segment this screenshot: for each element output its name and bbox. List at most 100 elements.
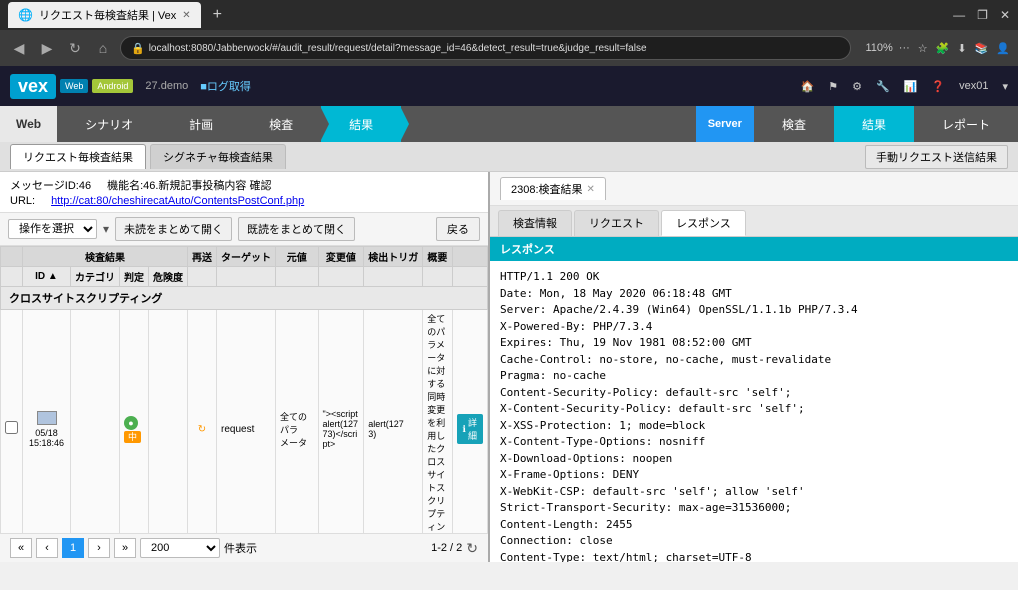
tab-title: リクエスト毎検査結果 | Vex xyxy=(39,7,176,23)
detail-tab-inspect[interactable]: 検査情報 xyxy=(498,210,572,236)
row-danger-1 xyxy=(149,310,188,534)
read-close-button[interactable]: 既読をまとめて閉く xyxy=(238,217,355,241)
col-trigger-header: 検出トリガ xyxy=(364,247,423,267)
nav-tab-report[interactable]: レポート xyxy=(914,106,1018,142)
detail-tab-response[interactable]: レスポンス xyxy=(661,210,746,236)
action-select[interactable]: 操作を選択 xyxy=(8,219,97,239)
col-source-header: 元値 xyxy=(276,247,319,267)
url-link[interactable]: http://cat:80/cheshirecatAuto/ContentsPo… xyxy=(51,195,304,207)
main-content: メッセージID:46 機能名:46.新規記事投稿内容 確認 URL: http:… xyxy=(0,172,1018,562)
chart-icon[interactable]: 📊 xyxy=(904,80,918,93)
nav-tab-plan[interactable]: 計画 xyxy=(161,106,241,142)
reload-nav-icon[interactable]: ↻ xyxy=(64,40,86,57)
tab-close-icon[interactable]: ✕ xyxy=(182,10,190,21)
url-text: localhost:8080/Jabberwock/#/audit_result… xyxy=(149,43,841,54)
nav-tab-server-result[interactable]: 結果 xyxy=(834,106,914,142)
extensions-icon[interactable]: 🧩 xyxy=(936,42,950,55)
category-label-1: クロスサイトスクリプティング xyxy=(1,287,488,310)
result-tab-close-icon[interactable]: ✕ xyxy=(587,184,595,195)
row-checkbox[interactable] xyxy=(1,310,23,534)
per-page-select[interactable]: 200 xyxy=(140,538,220,558)
sub-tab-request[interactable]: リクエスト毎検査結果 xyxy=(10,144,146,169)
close-icon[interactable]: ✕ xyxy=(1000,8,1010,22)
col-change-sub xyxy=(318,267,364,287)
server-divider: Server xyxy=(696,106,754,142)
nav-tab-inspect[interactable]: 検査 xyxy=(241,106,321,142)
col-danger: 危険度 xyxy=(149,267,188,287)
profile-icon[interactable]: 👤 xyxy=(996,42,1010,55)
result-tab-2308[interactable]: 2308:検査結果 ✕ xyxy=(500,177,606,200)
new-tab-button[interactable]: + xyxy=(213,6,222,24)
refresh-list-icon[interactable]: ↻ xyxy=(466,540,478,557)
logo: vex xyxy=(10,74,56,99)
response-header-label: レスポンス xyxy=(490,237,1018,261)
download-icon[interactable]: ⬇ xyxy=(957,42,966,55)
page-1-button[interactable]: 1 xyxy=(62,538,84,558)
col-change-header: 変更値 xyxy=(318,247,364,267)
row-detail-1[interactable]: ℹ 詳細 xyxy=(452,310,487,534)
detail-tab-request[interactable]: リクエスト xyxy=(574,210,659,236)
detail-tabs: 検査情報 リクエスト レスポンス xyxy=(490,206,1018,237)
function-name: 機能名:46.新規記事投稿内容 確認 xyxy=(107,177,271,193)
android-icon: Android xyxy=(92,79,133,93)
results-table: 検査結果 再送 ターゲット 元値 変更値 検出トリガ 概要 ID ▲ カテゴリ xyxy=(0,246,488,533)
home-icon[interactable]: 🏠 xyxy=(801,80,815,93)
forward-nav-icon[interactable]: ▶ xyxy=(36,40,58,57)
row-judge-1: ● 中 xyxy=(120,310,149,534)
last-page-button[interactable]: » xyxy=(114,538,136,558)
detail-button-1[interactable]: ℹ 詳細 xyxy=(457,414,483,444)
sub-nav: リクエスト毎検査結果 シグネチャ毎検査結果 手動リクエスト送信結果 xyxy=(0,142,1018,172)
url-label: URL: xyxy=(10,195,35,207)
log-button[interactable]: ■ログ取得 xyxy=(200,78,251,94)
per-page-label: 件表示 xyxy=(224,540,257,556)
manual-result-button[interactable]: 手動リクエスト送信結果 xyxy=(865,145,1008,169)
back-nav-icon[interactable]: ◀ xyxy=(8,40,30,57)
bookmark-icon[interactable]: ☆ xyxy=(918,42,928,55)
menu-dots-icon[interactable]: ··· xyxy=(899,42,910,54)
zoom-level: 110% xyxy=(865,42,892,54)
first-page-button[interactable]: « xyxy=(10,538,32,558)
response-content[interactable]: HTTP/1.1 200 OK Date: Mon, 18 May 2020 0… xyxy=(490,261,1018,562)
table-row[interactable]: 05/1815:18:46 ● 中 ↻ request 全てのパラメータ xyxy=(1,310,488,534)
left-panel: メッセージID:46 機能名:46.新規記事投稿内容 確認 URL: http:… xyxy=(0,172,490,562)
web-icon: Web xyxy=(60,79,88,93)
nav-tab-scenario[interactable]: シナリオ xyxy=(57,106,161,142)
sub-tab-signature[interactable]: シグネチャ毎検査結果 xyxy=(150,144,286,169)
back-button[interactable]: 戻る xyxy=(436,217,480,241)
page-info: 1-2 / 2 xyxy=(431,542,462,554)
user-label: vex01 xyxy=(959,80,988,92)
col-id[interactable]: ID ▲ xyxy=(23,267,71,287)
row-change-1: "><scriptalert(12773)</script> xyxy=(318,310,364,534)
maximize-icon[interactable]: ❐ xyxy=(977,8,988,22)
nav-tabs-left: シナリオ 計画 検査 結果 xyxy=(57,106,696,142)
browser-toolbar: ◀ ▶ ↻ ⌂ 🔒 localhost:8080/Jabberwock/#/au… xyxy=(0,30,1018,66)
col-check-sub xyxy=(1,267,23,287)
flag-icon[interactable]: ⚑ xyxy=(828,80,838,93)
nav-tab-server-inspect[interactable]: 検査 xyxy=(754,106,834,142)
refresh-icon[interactable]: ↻ xyxy=(198,424,206,435)
result-ok-icon: ● xyxy=(124,416,138,430)
web-section-label: Web xyxy=(0,106,57,142)
col-resend-header: 再送 xyxy=(188,247,217,267)
unread-open-button[interactable]: 未読をまとめて開く xyxy=(115,217,232,241)
nav-tab-result[interactable]: 結果 xyxy=(321,106,401,142)
browser-tab[interactable]: 🌐 リクエスト毎検査結果 | Vex ✕ xyxy=(8,2,201,28)
browser-toolbar-right: ··· ☆ 🧩 ⬇ 📚 👤 xyxy=(899,42,1010,55)
row-trigger-1: alert(1273) xyxy=(364,310,423,534)
row-id-date: 05/1815:18:46 xyxy=(23,310,71,534)
col-category: カテゴリ xyxy=(71,267,120,287)
address-bar[interactable]: 🔒 localhost:8080/Jabberwock/#/audit_resu… xyxy=(120,36,851,60)
help-icon[interactable]: ❓ xyxy=(931,80,945,93)
wrench-icon[interactable]: 🔧 xyxy=(876,80,890,93)
col-trigger-sub xyxy=(364,267,423,287)
minimize-icon[interactable]: — xyxy=(953,8,965,22)
col-action-sub xyxy=(452,267,487,287)
prev-page-button[interactable]: ‹ xyxy=(36,538,58,558)
row-resend-1[interactable]: ↻ xyxy=(188,310,217,534)
history-icon[interactable]: 📚 xyxy=(975,42,989,55)
settings-icon[interactable]: ⚙ xyxy=(852,80,862,93)
home-nav-icon[interactable]: ⌂ xyxy=(92,40,114,56)
col-target-sub xyxy=(217,267,276,287)
user-chevron-icon[interactable]: ▾ xyxy=(1002,80,1008,93)
next-page-button[interactable]: › xyxy=(88,538,110,558)
